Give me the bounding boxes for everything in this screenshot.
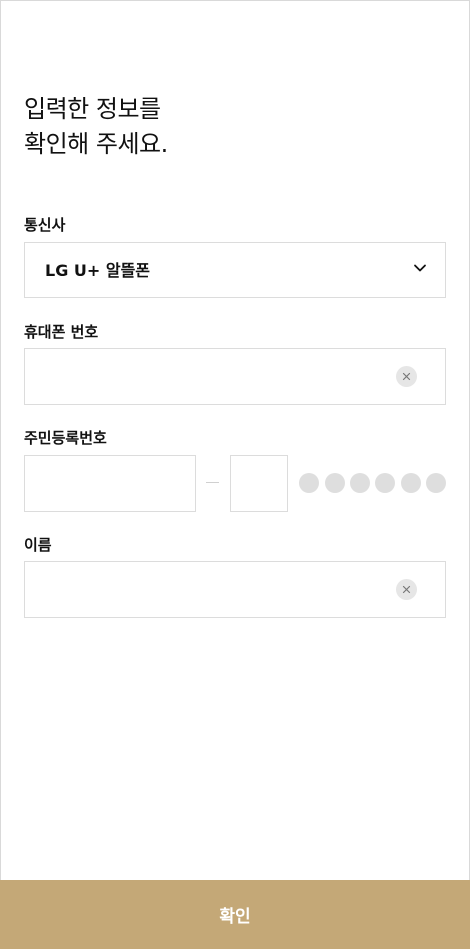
chevron-down-icon bbox=[414, 264, 426, 272]
phone-label: 휴대폰 번호 bbox=[24, 323, 99, 341]
close-icon bbox=[402, 372, 411, 381]
close-icon bbox=[402, 585, 411, 594]
rrn-masked-digit bbox=[299, 473, 319, 493]
carrier-label: 통신사 bbox=[24, 216, 66, 234]
page-title-line-1: 입력한 정보를 bbox=[24, 95, 161, 123]
name-input[interactable] bbox=[25, 562, 445, 617]
rrn-front-field bbox=[24, 455, 196, 512]
confirm-button[interactable]: 확인 bbox=[0, 880, 470, 949]
carrier-selected-value: LG U+ 알뜰폰 bbox=[45, 261, 151, 280]
rrn-label: 주민등록번호 bbox=[24, 429, 107, 447]
phone-field bbox=[24, 348, 446, 405]
rrn-masked-digit bbox=[350, 473, 370, 493]
rrn-masked-digit bbox=[375, 473, 395, 493]
name-clear-button[interactable] bbox=[396, 579, 417, 600]
rrn-separator bbox=[206, 482, 219, 483]
rrn-masked-digit bbox=[401, 473, 421, 493]
phone-clear-button[interactable] bbox=[396, 366, 417, 387]
rrn-back-first-digit-field bbox=[230, 455, 288, 512]
name-field bbox=[24, 561, 446, 618]
rrn-masked-digit bbox=[325, 473, 345, 493]
rrn-masked-digit bbox=[426, 473, 446, 493]
carrier-select[interactable]: LG U+ 알뜰폰 bbox=[24, 242, 446, 298]
rrn-back-first-digit-input[interactable] bbox=[231, 456, 287, 511]
name-label: 이름 bbox=[24, 536, 52, 554]
rrn-front-input[interactable] bbox=[25, 456, 195, 511]
phone-input[interactable] bbox=[25, 349, 445, 404]
page-title-line-2: 확인해 주세요. bbox=[24, 130, 168, 158]
page-title: 입력한 정보를 확인해 주세요. bbox=[24, 92, 168, 162]
